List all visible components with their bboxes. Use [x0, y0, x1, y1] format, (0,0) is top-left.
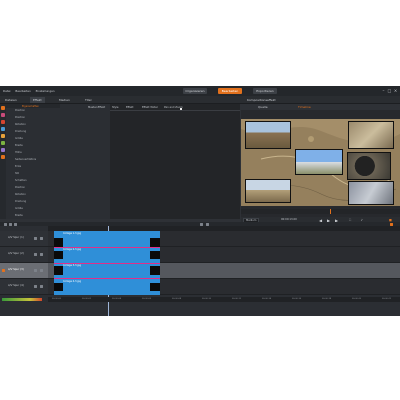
effect-icon[interactable]: [1, 106, 5, 110]
clip[interactable]: Collage 1-3.jpg: [54, 231, 160, 247]
speaker-icon[interactable]: [40, 253, 43, 256]
panel-tab-bar: Dateien Effekt Medien Titel Kompositions…: [0, 96, 400, 104]
color-icon[interactable]: [1, 113, 5, 117]
keyframe-column: Master-Effekt: [60, 104, 110, 219]
scrubber-playhead[interactable]: [330, 209, 331, 214]
keyframe-track-area: Style Effekt Effekt Wider Pan and Zoom: [110, 104, 240, 219]
property-row[interactable]: Position: [6, 185, 86, 192]
video-editor-window: Datei Bearbeiten Einstellungen Organisie…: [0, 86, 400, 316]
bottom-ruler: 00:00:00 00:00:02 00:00:04 00:00:06 00:0…: [48, 297, 400, 302]
maximize-icon[interactable]: □: [387, 88, 392, 93]
track-row[interactable]: Collage 2-3.jpg: [48, 247, 400, 263]
close-icon[interactable]: ×: [393, 88, 398, 93]
track-row[interactable]: Collage 1-3.jpg: [48, 231, 400, 247]
photo-tile: [295, 149, 343, 175]
preview-tabs: Quelle Timeline: [241, 104, 400, 110]
eye-icon[interactable]: [34, 285, 37, 288]
photo-tile: [245, 121, 291, 149]
timecode: 00:00:13.00: [281, 218, 297, 221]
track-row[interactable]: Collage 4-3.jpg: [48, 279, 400, 295]
player-label: Kompositionseffekt: [247, 98, 276, 102]
tab-quelle[interactable]: Quelle: [255, 104, 271, 110]
property-row[interactable]: Drehung: [6, 129, 86, 136]
property-row[interactable]: Position: [6, 115, 86, 122]
property-row[interactable]: Stil: [6, 171, 68, 178]
minimize-icon[interactable]: –: [381, 88, 386, 93]
track-row-selected[interactable]: Collage 3-3.jpg: [48, 263, 400, 279]
menu-datei[interactable]: Datei: [3, 89, 10, 93]
transition-icon[interactable]: [1, 141, 5, 145]
property-row[interactable]: Größe: [6, 136, 86, 143]
header-effekt-wider: Effekt Wider: [142, 106, 158, 109]
menu-bearbeiten[interactable]: Bearbeiten: [15, 89, 30, 93]
playhead-marker-icon[interactable]: [180, 108, 182, 110]
property-row[interactable]: Rotation: [6, 192, 86, 199]
clip[interactable]: Collage 4-3.jpg: [54, 279, 160, 295]
eye-icon[interactable]: [34, 269, 37, 272]
track-header[interactable]: A/V Spur (2): [0, 247, 48, 263]
speaker-icon[interactable]: [40, 285, 43, 288]
property-row[interactable]: Rotation: [6, 122, 86, 129]
preview-scrubber[interactable]: [241, 209, 400, 214]
properties-panel: Eigenschaften Position Position Rotation…: [6, 104, 86, 220]
tab-titel[interactable]: Titel: [82, 97, 94, 103]
filter-icon[interactable]: [1, 148, 5, 152]
property-row[interactable]: Ecke: [6, 164, 60, 171]
timeline-panel: A/V Spur (1) Collage 1-3.jpg A/V Spur (2…: [0, 226, 400, 316]
property-row[interactable]: Drehung: [6, 199, 86, 206]
eye-icon[interactable]: [34, 237, 37, 240]
motion-icon[interactable]: [1, 127, 5, 131]
tab-organisieren[interactable]: Organisieren: [183, 88, 207, 94]
property-row[interactable]: Höhe: [6, 150, 86, 157]
tab-bearbeiten[interactable]: Bearbeiten: [218, 88, 242, 94]
menu-einstellungen[interactable]: Einstellungen: [36, 89, 55, 93]
title-bar: Datei Bearbeiten Einstellungen Organisie…: [0, 86, 400, 96]
property-row[interactable]: Größe: [6, 206, 86, 213]
header-master: Master-Effekt: [88, 106, 106, 109]
track-lock-icon[interactable]: [2, 269, 5, 272]
menu-bar: Datei Bearbeiten Einstellungen: [3, 89, 59, 93]
speaker-icon[interactable]: [40, 237, 43, 240]
tab-medien[interactable]: Medien: [56, 97, 73, 103]
tab-exportieren[interactable]: Exportieren: [253, 88, 277, 94]
header-effekt: Effekt: [126, 106, 134, 109]
crop-icon[interactable]: [1, 155, 5, 159]
photo-tile: [348, 181, 394, 205]
audio-icon[interactable]: [1, 120, 5, 124]
property-row[interactable]: Position: [6, 108, 86, 115]
tab-timeline[interactable]: Timeline: [295, 104, 314, 110]
track-header[interactable]: A/V Spur (4): [0, 279, 48, 295]
photo-tile: [347, 152, 391, 180]
tab-dateien[interactable]: Dateien: [2, 97, 20, 103]
property-list: Position Position Rotation Drehung Größe…: [6, 108, 86, 220]
clip[interactable]: Collage 3-3.jpg: [54, 263, 160, 279]
property-row[interactable]: Breite: [6, 143, 86, 150]
property-row[interactable]: Seitenverhältnis: [6, 157, 60, 164]
track-header[interactable]: A/V Spur (1): [0, 231, 48, 247]
photo-tile: [348, 121, 394, 149]
clip[interactable]: Collage 2-3.jpg: [54, 247, 160, 263]
property-row[interactable]: Schatten: [6, 178, 60, 185]
header-style: Style: [112, 106, 119, 109]
track-header-selected[interactable]: A/V Spur (3): [0, 263, 48, 279]
preview-canvas[interactable]: [241, 119, 400, 206]
photo-tile: [245, 179, 291, 203]
speaker-icon[interactable]: [40, 269, 43, 272]
audio-level-meter: [2, 298, 42, 301]
eye-icon[interactable]: [34, 253, 37, 256]
tab-effekt[interactable]: Effekt: [30, 97, 45, 103]
property-row[interactable]: Breite: [6, 213, 60, 220]
text-icon[interactable]: [1, 134, 5, 138]
